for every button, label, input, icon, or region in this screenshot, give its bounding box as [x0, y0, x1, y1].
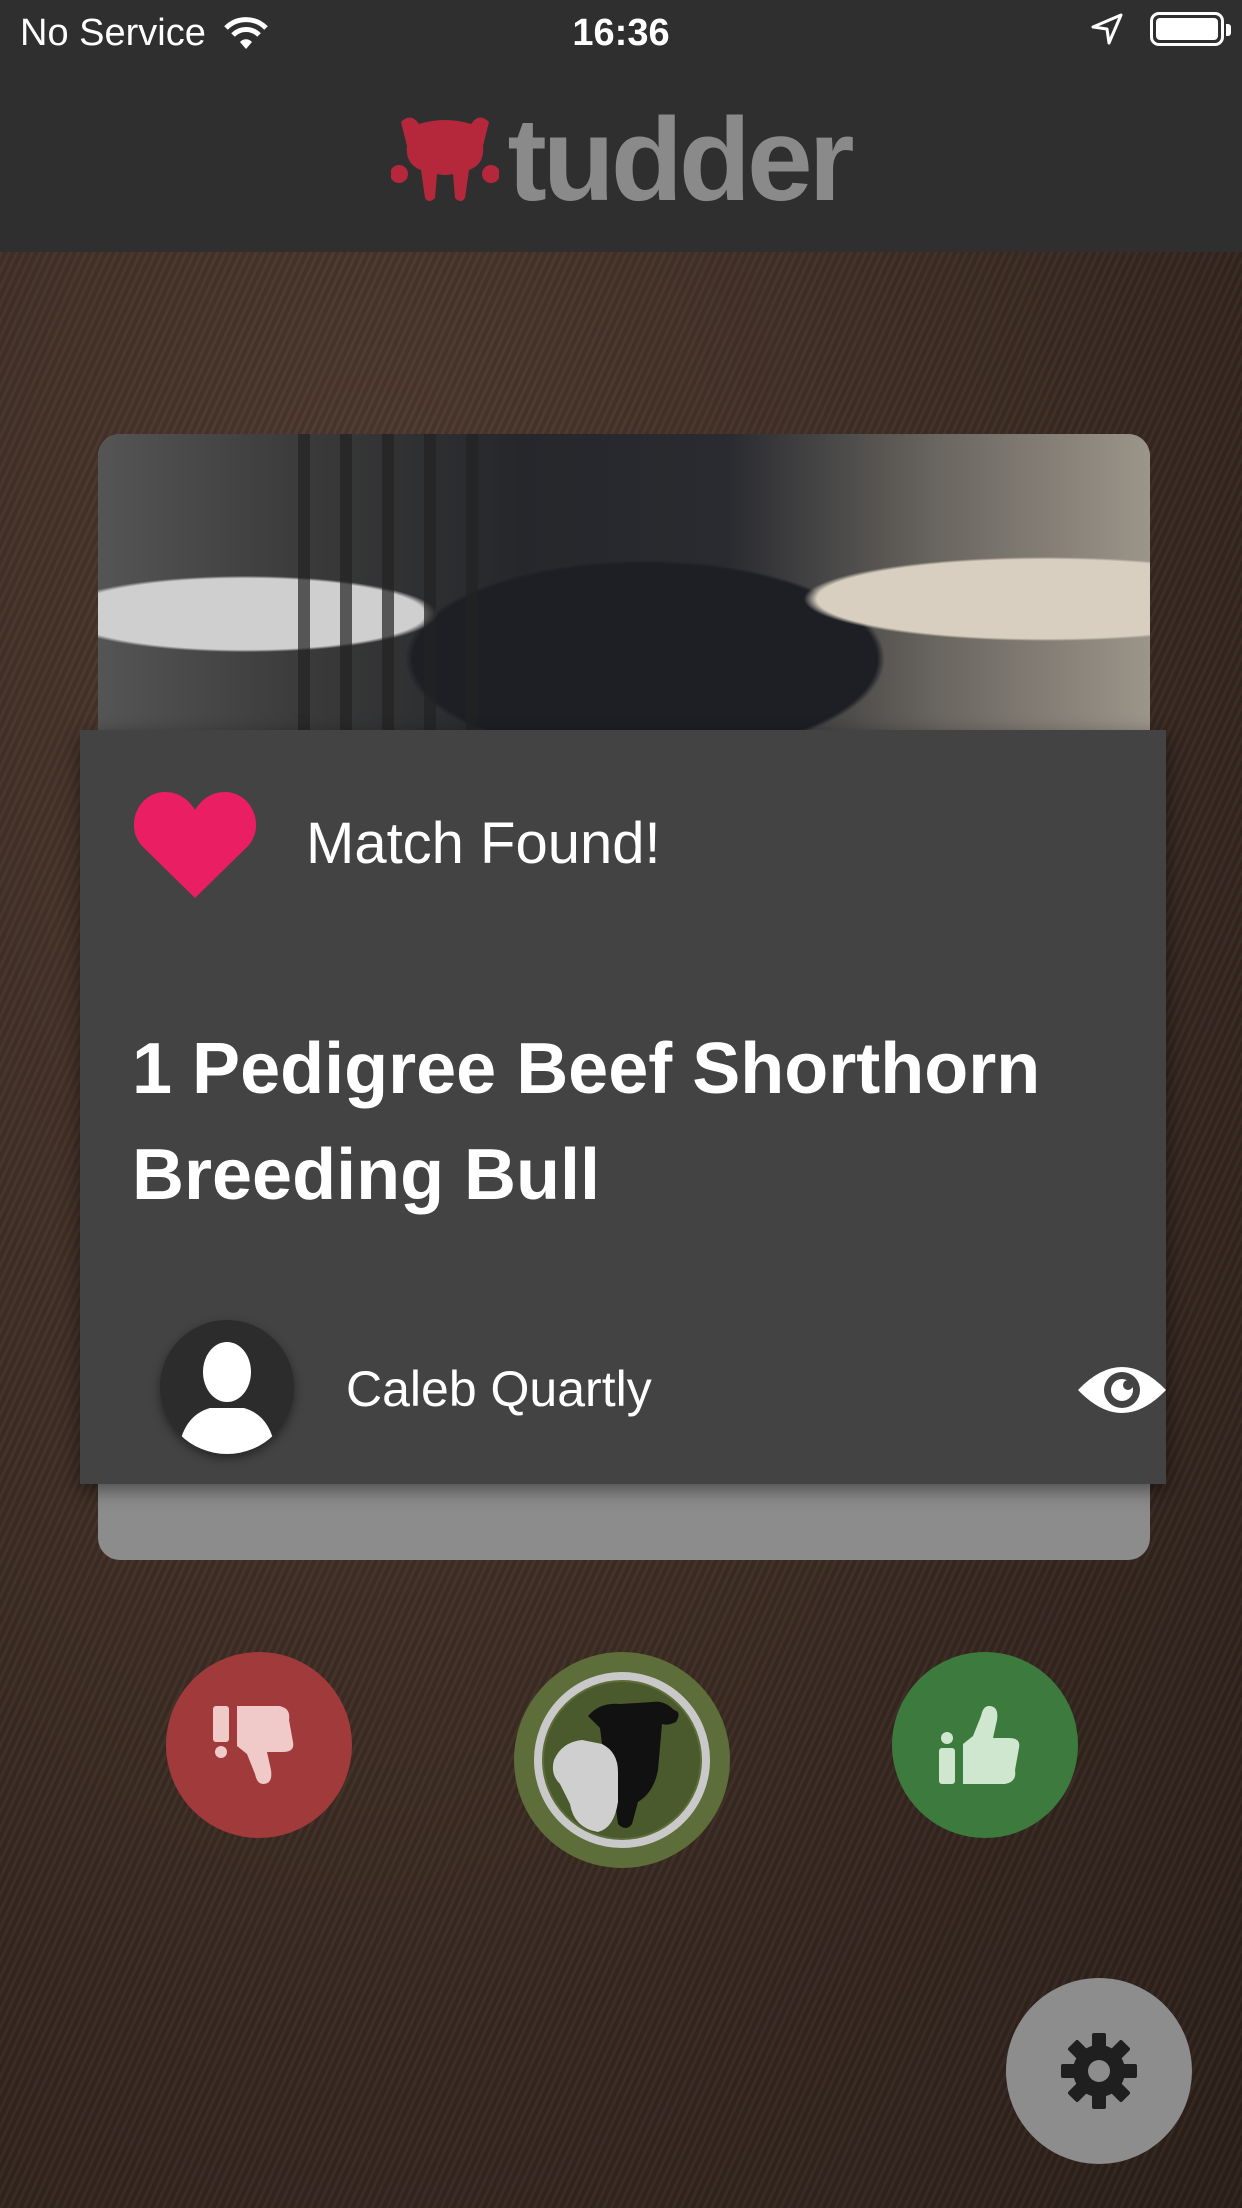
eye-icon[interactable]: [1076, 1358, 1168, 1422]
user-silhouette-icon: [178, 1342, 276, 1454]
thumbs-down-icon: [213, 1706, 294, 1784]
clock: 16:36: [572, 12, 670, 54]
cow-match-button[interactable]: [514, 1652, 730, 1868]
avatar[interactable]: [160, 1320, 294, 1454]
heart-icon: [133, 792, 257, 898]
photo-fence: [268, 434, 508, 734]
dislike-button[interactable]: [166, 1652, 352, 1838]
gear-icon: [1061, 2033, 1137, 2109]
seller-row[interactable]: Caleb Quartly: [160, 1310, 1166, 1460]
cow-heads-icon: [534, 1672, 710, 1848]
logo-text: tudder: [507, 94, 854, 226]
app-header: tudder: [0, 68, 1242, 252]
udder-logo-icon: [391, 117, 500, 201]
like-button[interactable]: [892, 1652, 1078, 1838]
seller-name: Caleb Quartly: [346, 1361, 652, 1417]
thumbs-up-icon: [939, 1706, 1020, 1784]
listing-photo: [98, 434, 1150, 734]
status-bar: No Service 16:36: [0, 0, 1242, 68]
match-heading: Match Found!: [306, 811, 661, 876]
match-dialog: Match Found! 1 Pedigree Beef Shorthorn B…: [80, 730, 1166, 1484]
app-logo: tudder: [391, 94, 855, 226]
battery-icon: [1150, 12, 1231, 46]
settings-button[interactable]: [1006, 1978, 1192, 2164]
listing-title: 1 Pedigree Beef Shorthorn Breeding Bull: [132, 1029, 1041, 1215]
location-arrow-icon: [1091, 13, 1123, 45]
